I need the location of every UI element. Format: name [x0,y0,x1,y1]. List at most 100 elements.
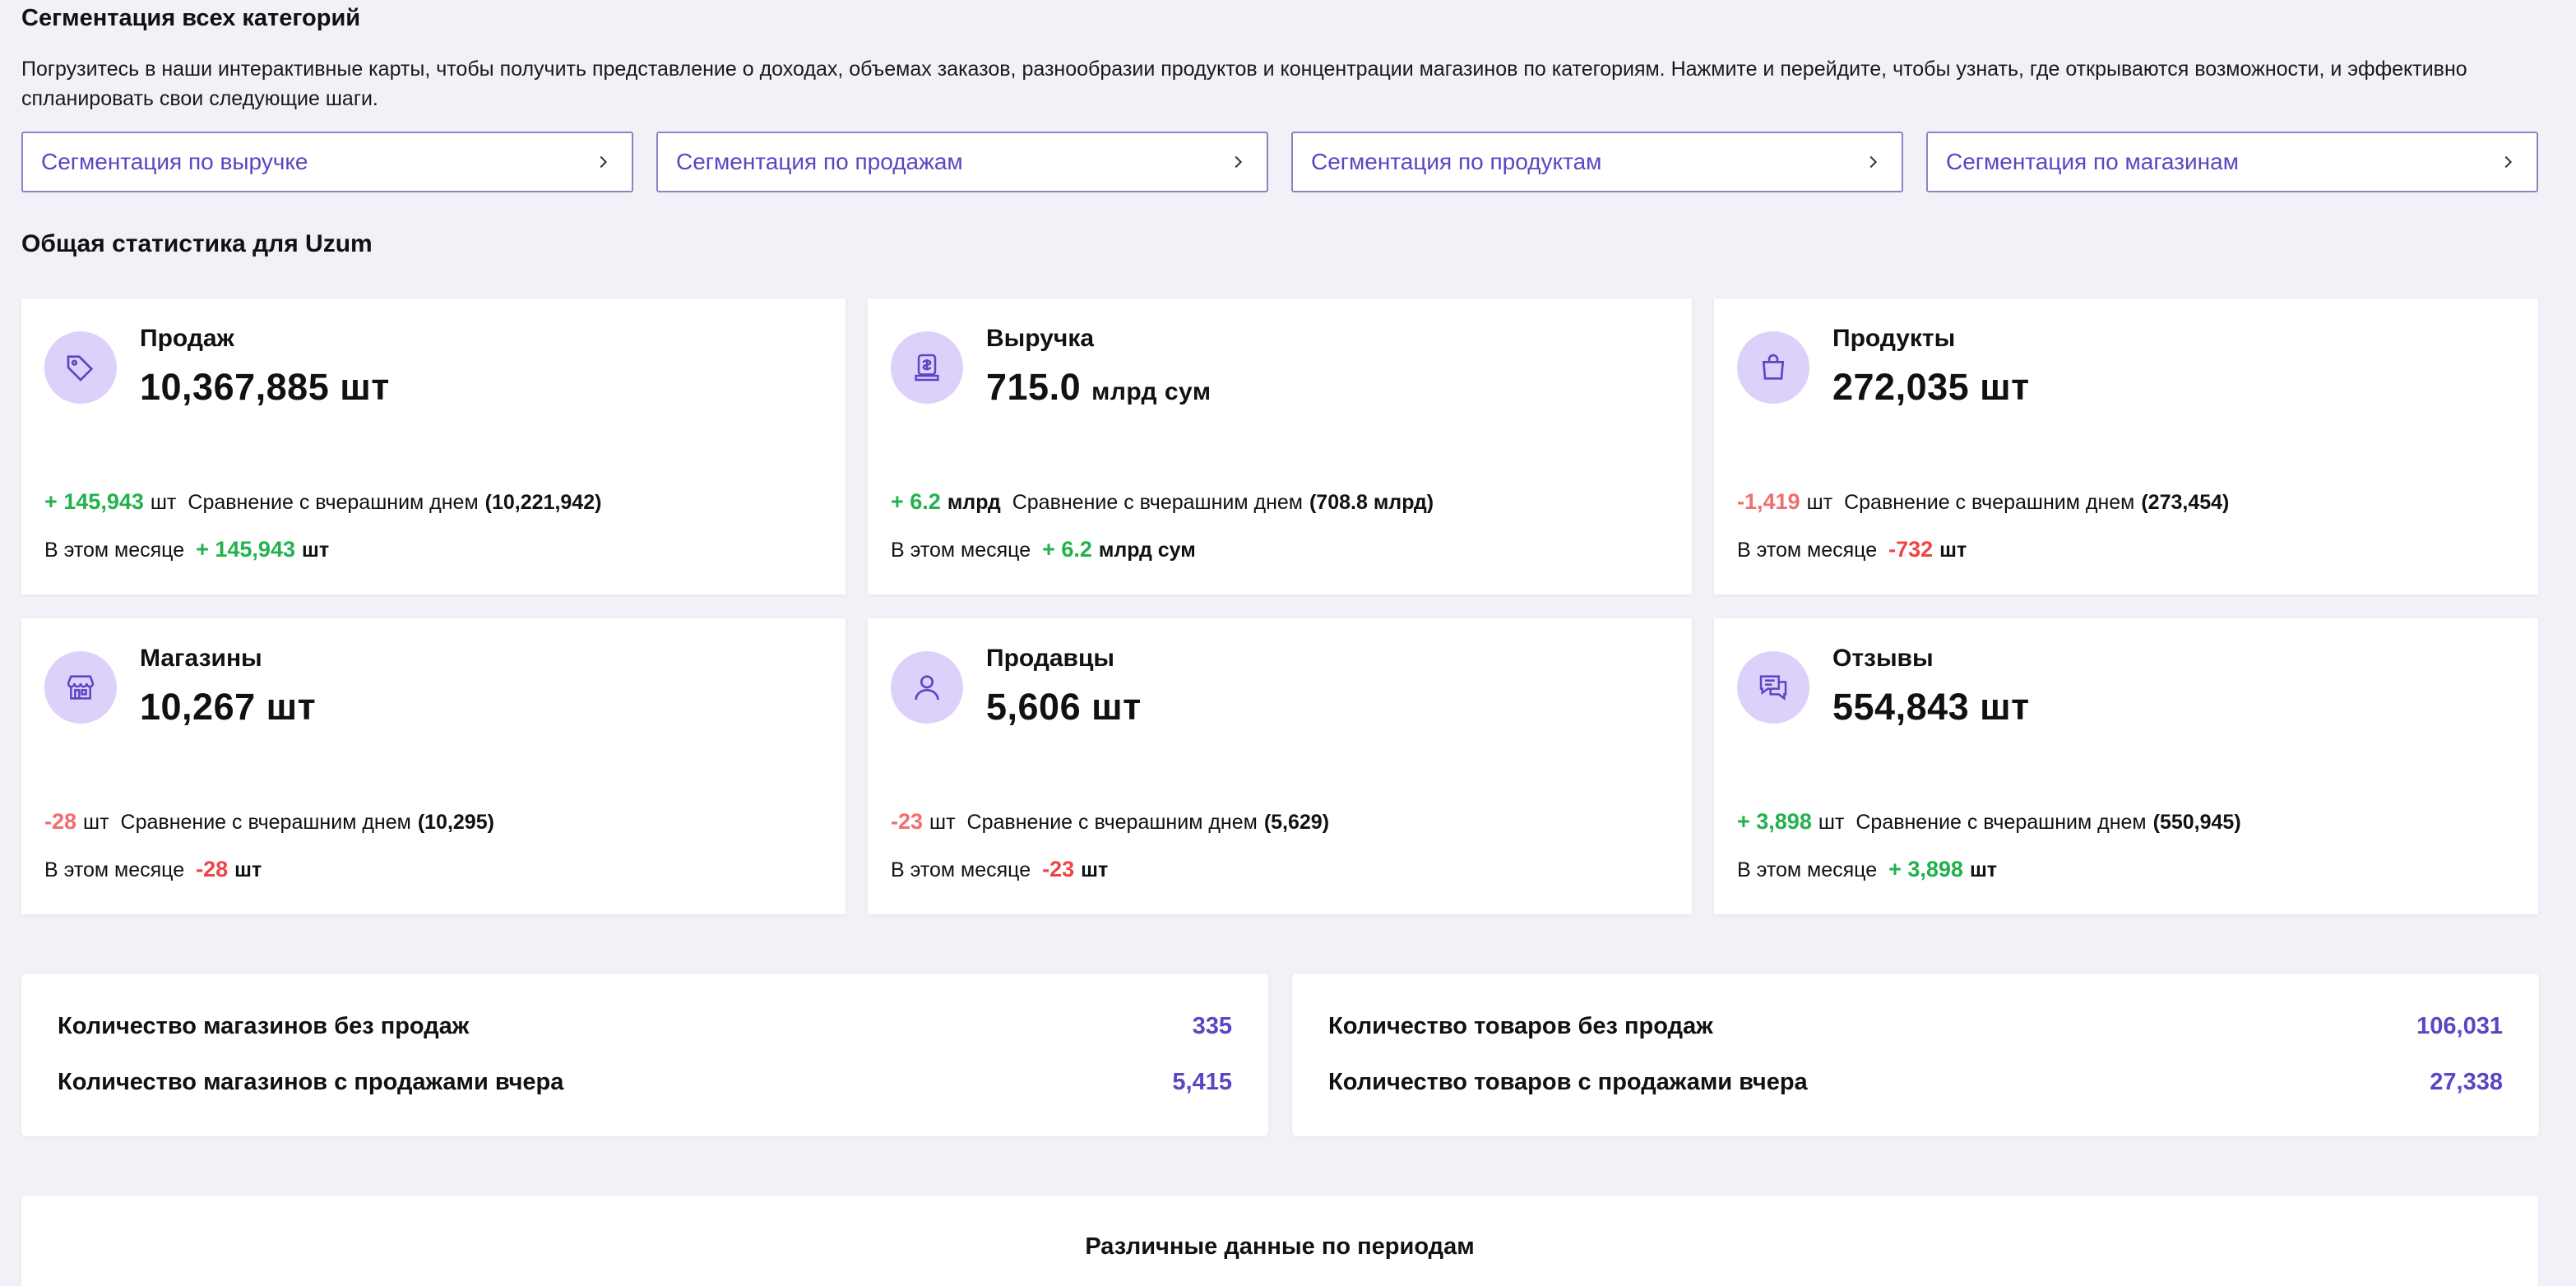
stat-delta-unit: шт [1806,491,1833,514]
summary-value: 5,415 [1172,1069,1232,1095]
stat-comparison: -1,419 шт Сравнение с вчерашним днем (27… [1737,489,2229,515]
month-text: В этом месяце [44,858,185,881]
segment-revenue-label: Сегментация по выручке [41,149,308,174]
stores-summary-panel: Количество магазинов без продаж 335 Коли… [21,974,1268,1136]
period-title: Различные данные по периодам [1085,1233,1475,1260]
bag-icon [1737,331,1809,404]
compare-text: Сравнение с вчерашним днем [1012,491,1303,514]
stat-prev-value: (708.8 млрд) [1309,491,1434,514]
segment-revenue-button[interactable]: Сегментация по выручке [21,132,633,192]
stat-label: Продаж [140,325,234,352]
month-delta: + 145,943 [196,537,295,562]
chevron-right-icon [600,155,608,169]
stat-card-products: Продукты 272,035 шт -1,419 шт Сравнение … [1714,298,2538,594]
tag-icon [44,331,117,404]
stat-prev-value: (10,295) [417,811,494,834]
month-text: В этом месяце [891,858,1031,881]
stats-title: Общая статистика для Uzum [21,230,373,257]
stat-prev-value: (550,945) [2152,811,2241,834]
summary-label: Количество товаров без продаж [1328,1013,1713,1039]
stat-value: 10,367,885 шт [140,366,390,408]
summary-value: 27,338 [2430,1069,2503,1095]
stat-comparison: + 145,943 шт Сравнение с вчерашним днем … [44,489,601,515]
month-delta: -732 [1888,537,1934,562]
month-unit: шт [301,539,330,562]
stat-card-sellers: Продавцы 5,606 шт -23 шт Сравнение с вче… [868,618,1692,914]
stat-card-sales: Продаж 10,367,885 шт + 145,943 шт Сравне… [21,298,846,594]
month-delta: -28 [196,857,229,881]
summary-row: Количество магазинов с продажами вчера 5… [58,1069,1232,1096]
summary-row: Количество товаров с продажами вчера 27,… [1328,1069,2503,1096]
stat-comparison: + 6.2 млрд Сравнение с вчерашним днем (7… [891,489,1434,515]
segment-stores-button[interactable]: Сегментация по магазинам [1926,132,2538,192]
stat-card-reviews: Отзывы 554,843 шт + 3,898 шт Сравнение с… [1714,618,2538,914]
summary-value: 106,031 [2416,1013,2503,1039]
summary-label: Количество товаров с продажами вчера [1328,1069,1808,1095]
stat-delta-unit: млрд [947,491,1001,514]
summary-label: Количество магазинов без продаж [58,1013,470,1039]
user-icon [891,651,963,724]
segmentation-buttons: Сегментация по выручке Сегментация по пр… [21,132,2538,192]
month-unit: млрд сум [1098,539,1196,562]
chat-icon [1737,651,1809,724]
stat-month: В этом месяце -23 шт [891,857,1108,882]
stat-label: Отзывы [1832,645,1934,672]
segment-products-label: Сегментация по продуктам [1311,149,1602,174]
chevron-right-icon [1235,155,1243,169]
segmentation-title: Сегментация всех категорий [21,5,361,31]
stat-delta: + 145,943 [44,489,144,514]
summary-value: 335 [1192,1013,1232,1039]
stat-prev-value: (273,454) [2141,491,2230,514]
month-unit: шт [1939,539,1967,562]
stat-delta-unit: шт [150,491,177,514]
stat-card-stores: Магазины 10,267 шт -28 шт Сравнение с вч… [21,618,846,914]
stat-value: 10,267 шт [140,686,317,728]
stat-value: 715.0 млрд сум [986,366,1212,408]
stat-month: В этом месяце + 145,943 шт [44,537,329,562]
month-delta: -23 [1042,857,1075,881]
summary-label: Количество магазинов с продажами вчера [58,1069,564,1095]
stat-label: Продавцы [986,645,1115,672]
month-text: В этом месяце [1737,858,1878,881]
compare-text: Сравнение с вчерашним днем [1844,491,2135,514]
stat-value: 554,843 шт [1832,686,2030,728]
month-text: В этом месяце [44,539,185,562]
month-text: В этом месяце [891,539,1031,562]
stat-delta-unit: шт [1818,811,1845,834]
stat-delta: -1,419 [1737,489,1800,514]
store-icon [44,651,117,724]
month-delta: + 6.2 [1042,537,1092,562]
segment-products-button[interactable]: Сегментация по продуктам [1291,132,1903,192]
stat-prev-value: (5,629) [1263,811,1330,834]
segment-stores-label: Сегментация по магазинам [1946,149,2239,174]
month-text: В этом месяце [1737,539,1878,562]
compare-text: Сравнение с вчерашним днем [1856,811,2147,834]
stat-month: В этом месяце + 3,898 шт [1737,857,1997,882]
stat-value: 5,606 шт [986,686,1142,728]
stat-comparison: -28 шт Сравнение с вчерашним днем (10,29… [44,809,494,835]
chevron-right-icon [1869,155,1878,169]
stat-value: 272,035 шт [1832,366,2030,408]
month-unit: шт [234,858,262,881]
segment-sales-button[interactable]: Сегментация по продажам [656,132,1268,192]
stat-delta: + 6.2 [891,489,941,514]
products-summary-panel: Количество товаров без продаж 106,031 Ко… [1292,974,2539,1136]
segment-sales-label: Сегментация по продажам [676,149,963,174]
stat-prev-value: (10,221,942) [484,491,602,514]
compare-text: Сравнение с вчерашним днем [120,811,411,834]
stat-comparison: -23 шт Сравнение с вчерашним днем (5,629… [891,809,1329,835]
compare-text: Сравнение с вчерашним днем [188,491,479,514]
period-data-panel: Различные данные по периодам [21,1196,2538,1286]
stat-delta: + 3,898 [1737,809,1812,834]
stat-month: В этом месяце -732 шт [1737,537,1967,562]
stat-month: В этом месяце -28 шт [44,857,262,882]
stat-value-unit: млрд сум [1091,378,1212,405]
compare-text: Сравнение с вчерашним днем [966,811,1258,834]
month-unit: шт [1969,858,1998,881]
money-icon [891,331,963,404]
summary-row: Количество магазинов без продаж 335 [58,1013,1232,1040]
stat-delta: -28 [44,809,77,834]
month-unit: шт [1081,858,1109,881]
stat-label: Магазины [140,645,262,672]
stat-delta-unit: шт [929,811,956,834]
